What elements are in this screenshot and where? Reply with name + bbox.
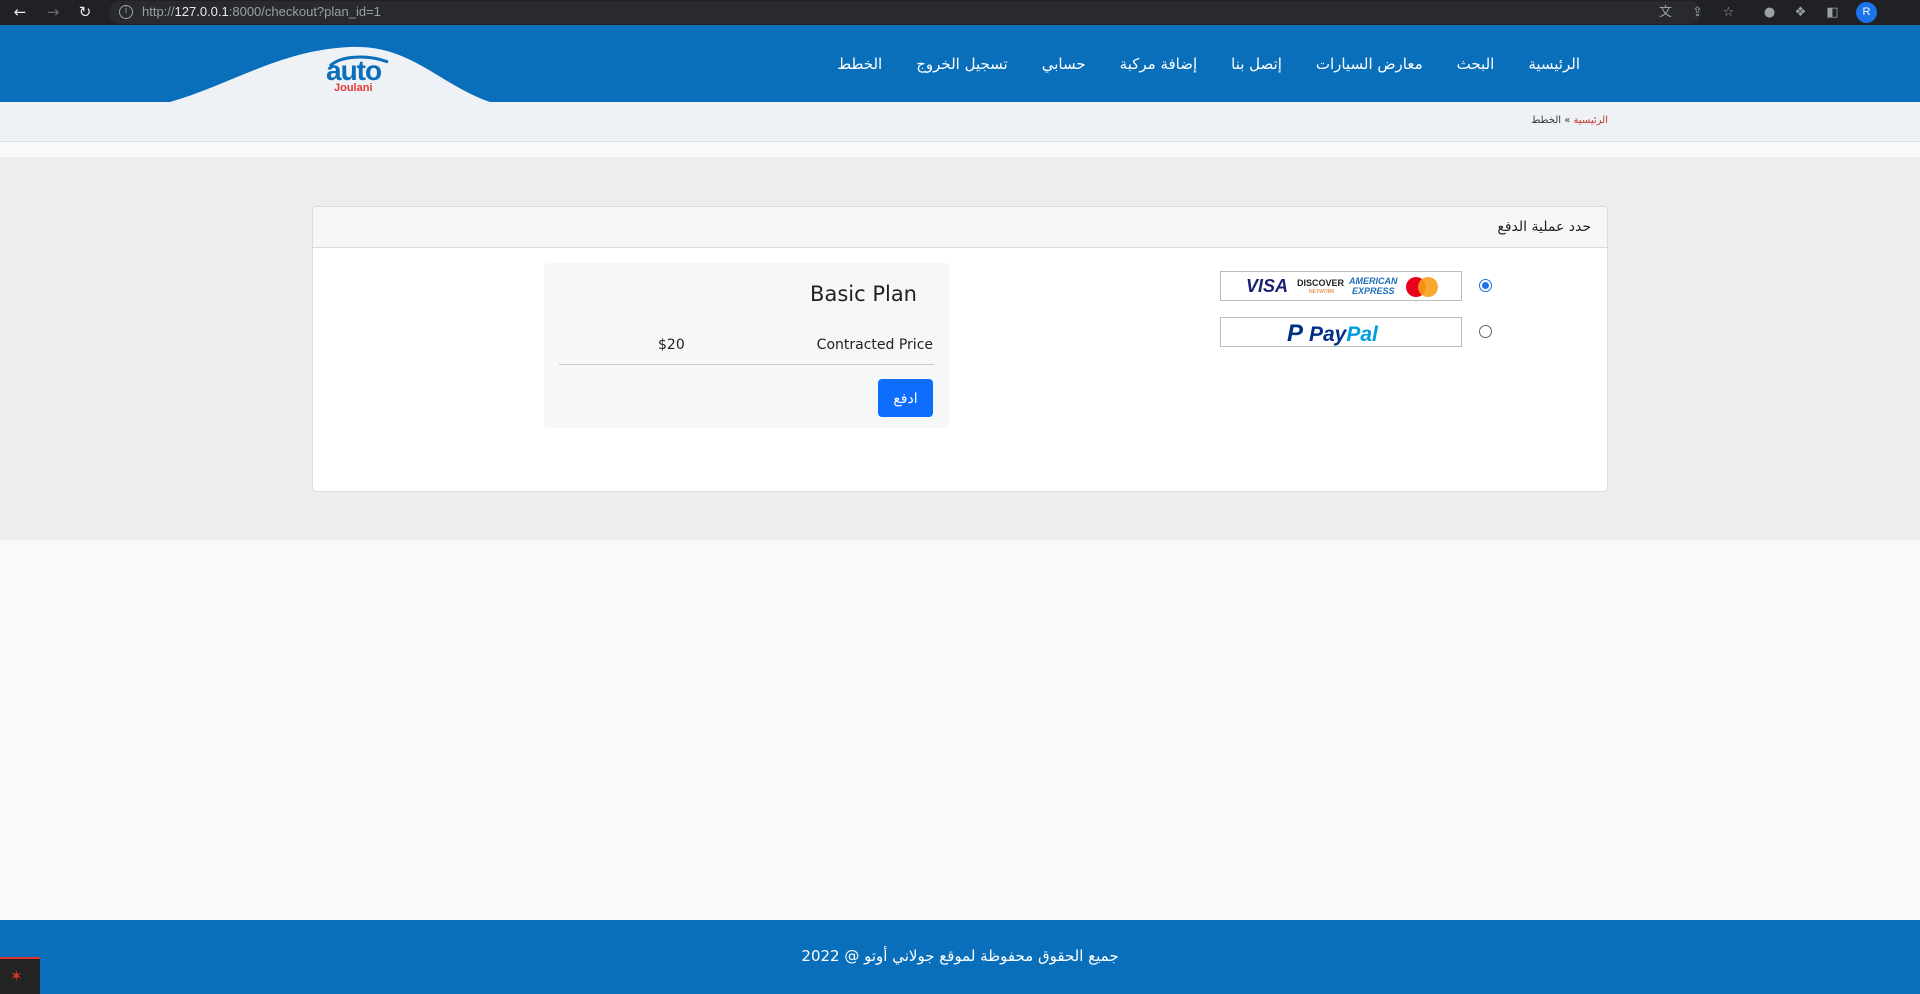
price-value: $20	[658, 337, 685, 353]
plan-summary: Basic Plan Contracted Price $20 ادفع	[544, 263, 949, 428]
nav-item-account[interactable]: حسابي	[1025, 55, 1103, 73]
forward-arrow-icon[interactable]: →	[44, 3, 62, 21]
breadcrumb: الرئيسية » الخطط	[1531, 115, 1608, 126]
translate-icon[interactable]: 文	[1657, 4, 1674, 21]
price-label: Contracted Price	[816, 337, 933, 353]
payment-card-title: حدد عملية الدفع	[1497, 219, 1591, 235]
header-wave-decoration	[170, 46, 490, 102]
divider	[559, 364, 934, 365]
breadcrumb-separator: »	[1564, 115, 1571, 126]
card-brands-option[interactable]: VISA DISCOVER NETWORK AMERICAN EXPRESS	[1220, 271, 1462, 301]
discover-network-text: NETWORK	[1309, 289, 1335, 295]
copyright-text: جميع الحقوق محفوظة لموقع جولاني أوتو @ 2…	[801, 947, 1119, 965]
amex-logo: AMERICAN EXPRESS	[1349, 276, 1398, 296]
logo-joulani-text: Joulani	[334, 82, 373, 94]
amex-line-2: EXPRESS	[1351, 286, 1395, 296]
site-logo[interactable]: auto Joulani	[320, 54, 392, 100]
paypal-icon: P	[1287, 320, 1304, 347]
visa-logo: VISA	[1246, 276, 1289, 296]
reload-icon[interactable]: ↻	[76, 3, 94, 21]
nav-item-search[interactable]: البحث	[1440, 55, 1512, 73]
amex-line-1: AMERICAN	[1349, 276, 1398, 286]
paypal-option[interactable]: P PayPal	[1220, 317, 1462, 347]
breadcrumb-home-link[interactable]: الرئيسية	[1574, 115, 1608, 126]
site-info-icon[interactable]: i	[119, 5, 133, 19]
paypal-logo: PayPal	[1309, 323, 1378, 346]
breadcrumb-current: الخطط	[1531, 115, 1562, 126]
nav-item-home[interactable]: الرئيسية	[1511, 55, 1597, 73]
site-footer: جميع الحقوق محفوظة لموقع جولاني أوتو @ 2…	[0, 920, 1920, 994]
nav-item-showrooms[interactable]: معارض السيارات	[1299, 55, 1440, 73]
paypal-method-radio[interactable]	[1479, 325, 1492, 338]
nav-item-contact[interactable]: إتصل بنا	[1214, 55, 1299, 73]
browser-toolbar: ← → ↻ i http://127.0.0.1:8000/checkout?p…	[0, 0, 1920, 25]
nav-item-add-vehicle[interactable]: إضافة مركبة	[1103, 55, 1214, 73]
nav-item-plans[interactable]: الخطط	[820, 55, 899, 73]
nav-item-logout[interactable]: تسجيل الخروج	[899, 55, 1025, 73]
share-icon[interactable]: ⇪	[1689, 4, 1706, 21]
plan-name: Basic Plan	[810, 282, 917, 306]
payment-card-header: حدد عملية الدفع	[313, 207, 1607, 248]
payment-card: حدد عملية الدفع VISA DISCOVER NETWORK AM…	[312, 206, 1608, 492]
star-icon[interactable]: ☆	[1720, 4, 1737, 21]
extension-color-icon[interactable]: ●	[1761, 4, 1778, 21]
puzzle-icon[interactable]: ❖	[1792, 4, 1809, 21]
side-panel-icon[interactable]: ◧	[1824, 4, 1841, 21]
laravel-debug-icon[interactable]: ✶	[0, 957, 40, 994]
back-arrow-icon[interactable]: ←	[11, 3, 29, 21]
main-nav: الرئيسية البحث معارض السيارات إتصل بنا إ…	[820, 25, 1597, 102]
pay-button[interactable]: ادفع	[878, 379, 933, 417]
logo-auto-text: auto	[326, 55, 382, 86]
mastercard-icon	[1406, 277, 1440, 297]
card-method-radio[interactable]	[1479, 279, 1492, 292]
discover-logo: DISCOVER	[1297, 278, 1345, 288]
breadcrumb-bar: الرئيسية » الخطط	[0, 102, 1920, 142]
profile-avatar[interactable]: R	[1856, 2, 1877, 23]
url-text[interactable]: http://127.0.0.1:8000/checkout?plan_id=1	[142, 4, 381, 19]
